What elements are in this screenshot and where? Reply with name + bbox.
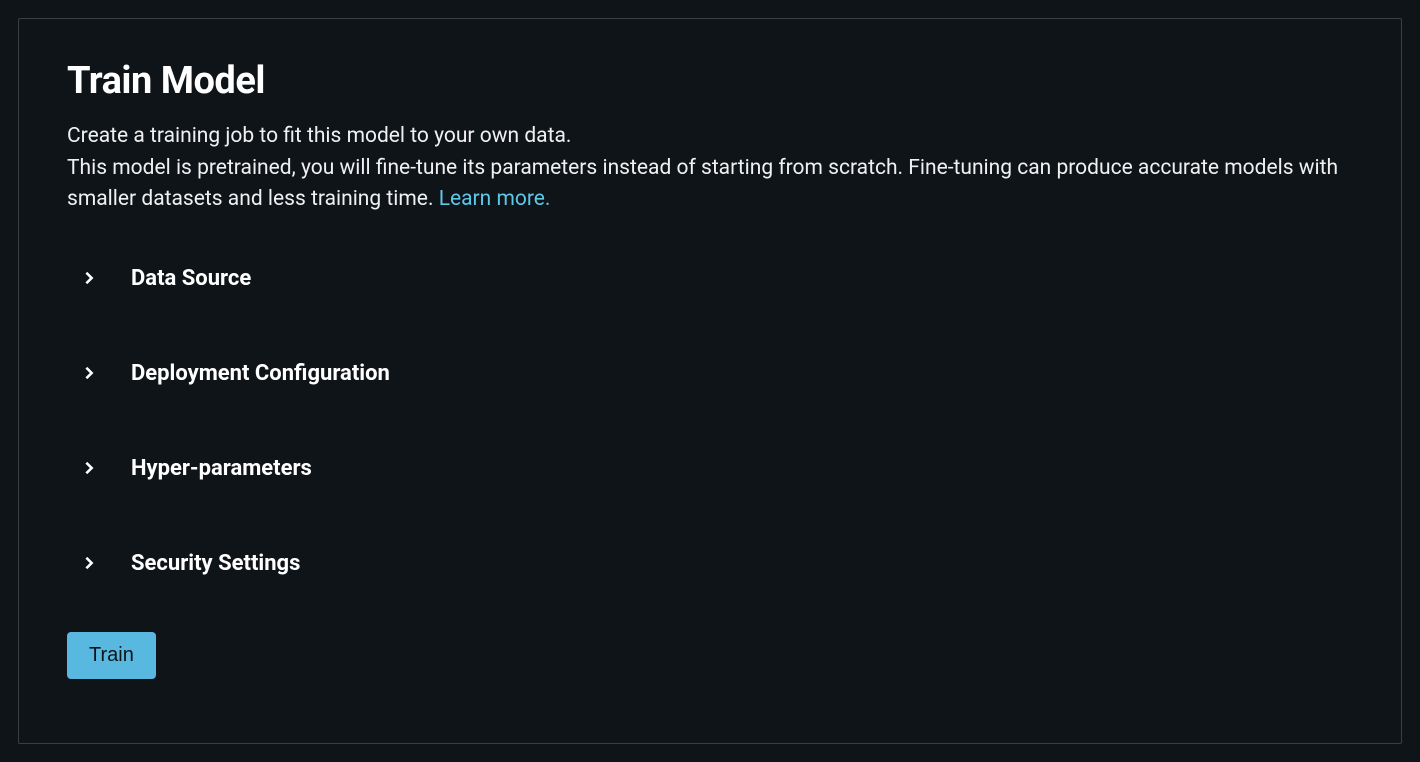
sections-list: Data Source Deployment Configuration Hyp… xyxy=(67,266,1353,576)
description-line-1: Create a training job to fit this model … xyxy=(67,121,1347,153)
train-model-panel: Train Model Create a training job to fit… xyxy=(18,18,1402,744)
chevron-right-icon xyxy=(79,363,99,383)
description-text: This model is pretrained, you will fine-… xyxy=(67,156,1338,212)
section-label: Security Settings xyxy=(131,551,300,576)
train-button[interactable]: Train xyxy=(67,632,156,679)
description-line-2: This model is pretrained, you will fine-… xyxy=(67,153,1347,216)
section-security-settings[interactable]: Security Settings xyxy=(79,551,1353,576)
section-data-source[interactable]: Data Source xyxy=(79,266,1353,291)
section-label: Data Source xyxy=(131,266,251,291)
section-label: Hyper-parameters xyxy=(131,456,312,481)
chevron-right-icon xyxy=(79,553,99,573)
section-hyper-parameters[interactable]: Hyper-parameters xyxy=(79,456,1353,481)
chevron-right-icon xyxy=(79,458,99,478)
learn-more-link[interactable]: Learn more. xyxy=(439,187,551,211)
section-label: Deployment Configuration xyxy=(131,361,390,386)
page-title: Train Model xyxy=(67,59,1353,103)
section-deployment-configuration[interactable]: Deployment Configuration xyxy=(79,361,1353,386)
page-description: Create a training job to fit this model … xyxy=(67,121,1347,216)
chevron-right-icon xyxy=(79,268,99,288)
